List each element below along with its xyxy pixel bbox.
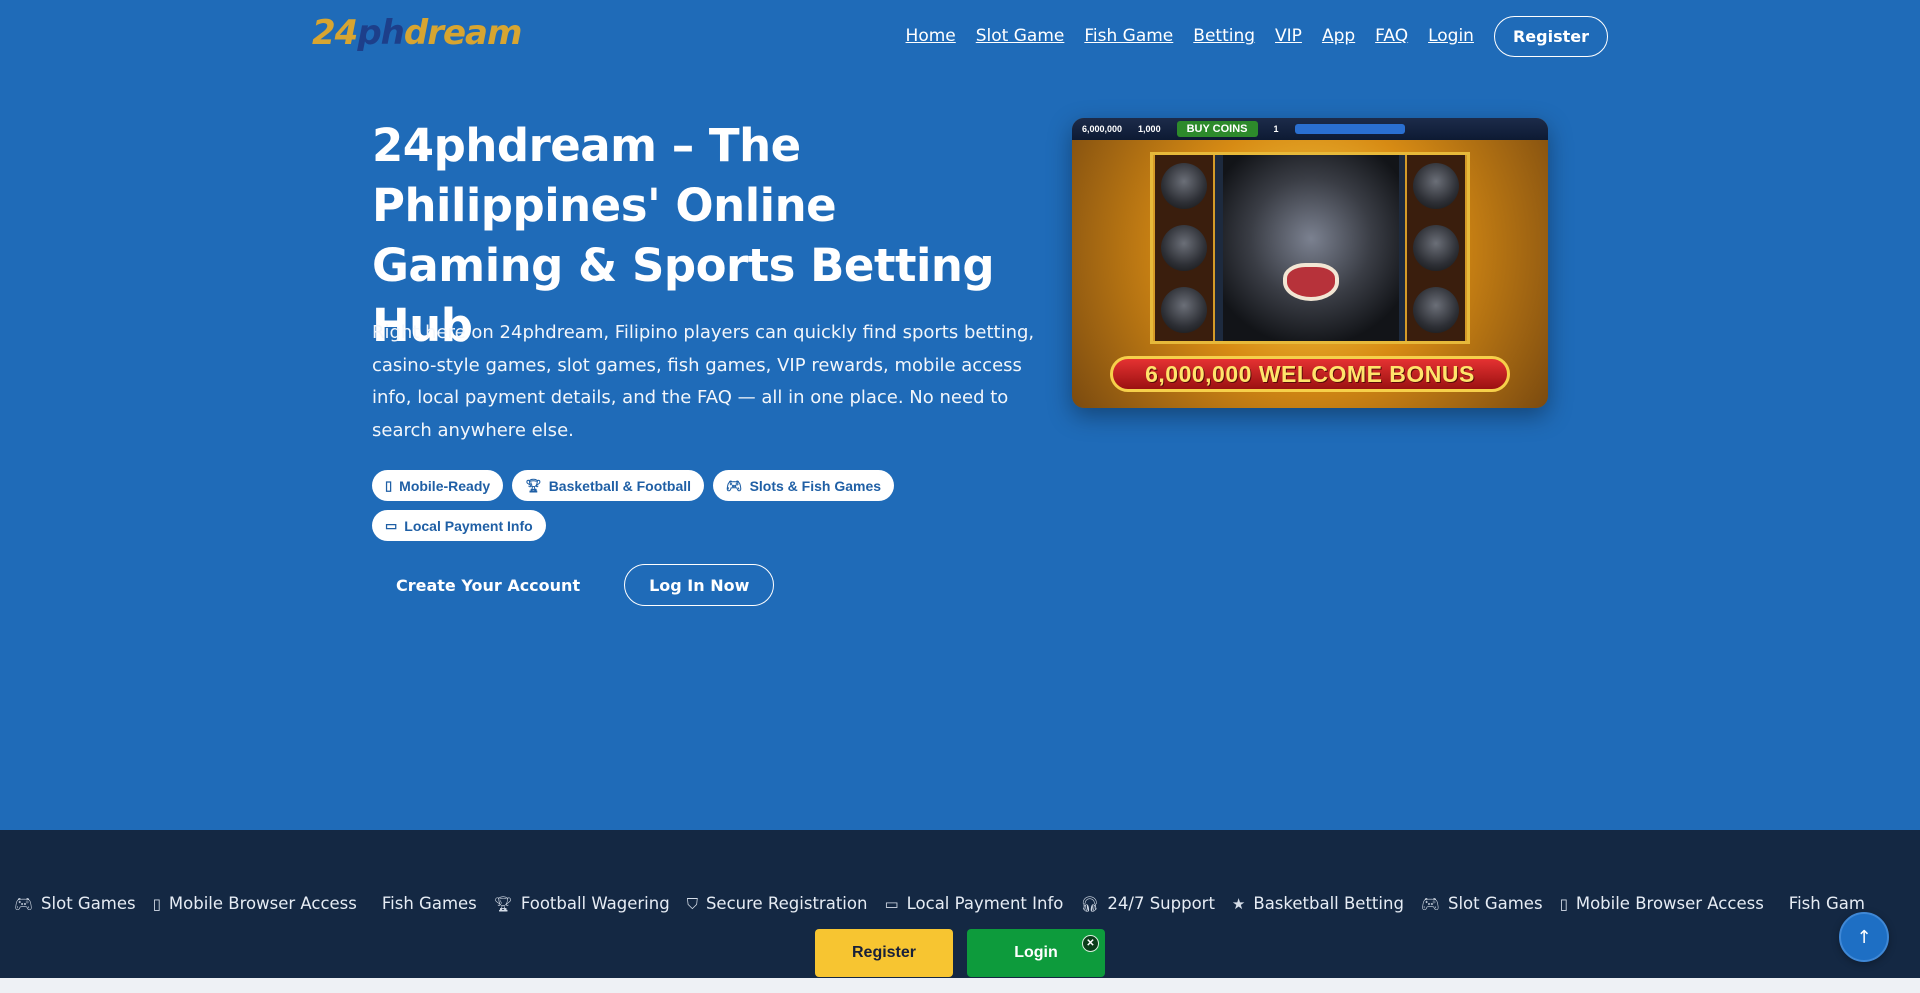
chip-label: Local Payment Info xyxy=(404,517,533,534)
gorilla-symbol xyxy=(1413,287,1459,333)
nav-login[interactable]: Login xyxy=(1428,26,1474,46)
headset-icon: 🎧︎ xyxy=(1080,894,1100,913)
ticker-item: Fish Games xyxy=(374,894,477,913)
hero-description: Right here on 24phdream, Filipino player… xyxy=(372,322,1035,441)
log-in-now-button[interactable]: Log In Now xyxy=(624,564,775,606)
scroll-to-top-button[interactable]: ↑ xyxy=(1839,912,1889,962)
ticker-label: Fish Games xyxy=(381,894,477,913)
nav-home[interactable]: Home xyxy=(906,26,956,46)
ticker-item: 🎧︎ 24/7 Support xyxy=(1080,894,1215,913)
card-icon: ▭ xyxy=(385,517,398,533)
chip-label: Slots & Fish Games xyxy=(749,477,882,494)
gems-value: 1,000 xyxy=(1138,124,1161,134)
ticker-item: 🏆︎ Football Wagering xyxy=(494,894,670,913)
gorilla-symbol xyxy=(1413,225,1459,271)
ticker-item: ★ Basketball Betting xyxy=(1232,894,1404,913)
ticker-item: 🎮︎ Slot Games xyxy=(1421,894,1543,913)
gorilla-symbol xyxy=(1161,163,1207,209)
reel-left xyxy=(1153,155,1215,341)
site-logo[interactable]: 24phdream xyxy=(312,13,523,53)
ticker-item: ▭ Local Payment Info xyxy=(884,894,1063,913)
chip-local-payment: ▭ Local Payment Info xyxy=(372,510,546,541)
card-icon: ▭ xyxy=(884,894,899,913)
gorilla-symbol xyxy=(1161,225,1207,271)
gamepad-icon: 🎮︎ xyxy=(14,894,34,913)
main-nav: Home Slot Game Fish Game Betting VIP App… xyxy=(906,15,1608,57)
sticky-login-button[interactable]: Login ✕ xyxy=(967,929,1105,977)
header-register-button[interactable]: Register xyxy=(1493,15,1608,57)
ticker-label: Fish Gam xyxy=(1788,894,1865,913)
ticker-label: Mobile Browser Access xyxy=(1575,894,1764,913)
ticker-label: Secure Registration xyxy=(705,894,868,913)
ticker-item: Fish Gam xyxy=(1781,894,1865,913)
nav-faq[interactable]: FAQ xyxy=(1375,26,1408,46)
chip-label: Basketball & Football xyxy=(548,477,692,494)
nav-fish-game[interactable]: Fish Game xyxy=(1084,26,1173,46)
create-account-button[interactable]: Create Your Account xyxy=(372,564,604,606)
ticker-label: 24/7 Support xyxy=(1107,894,1215,913)
feature-chips: ▯ Mobile-Ready 🏆︎ Basketball & Football … xyxy=(372,470,932,541)
ticker-label: Football Wagering xyxy=(520,894,670,913)
welcome-bonus-banner: 6,000,000 WELCOME BONUS xyxy=(1110,356,1510,392)
ticker-row: 🎮︎ Slot Games ▯ Mobile Browser Access Fish… xyxy=(14,894,1865,913)
buy-coins-label: BUY COINS xyxy=(1176,121,1258,137)
chip-basketball-football: 🏆︎ Basketball & Football xyxy=(512,470,705,501)
reel-right xyxy=(1405,155,1467,341)
logo-part-dream: dream xyxy=(403,13,523,53)
logo-part-ph: ph xyxy=(357,13,405,53)
game-topbar: 6,000,000 1,000 BUY COINS 1 xyxy=(1072,118,1548,140)
gorilla-symbol xyxy=(1161,287,1207,333)
gamepad-icon: 🎮︎ xyxy=(1420,894,1440,913)
star-icon: ★ xyxy=(1231,894,1246,913)
ticker-label: Mobile Browser Access xyxy=(168,894,357,913)
hero-game-image: 6,000,000 1,000 BUY COINS 1 6,000,000 WE… xyxy=(1072,118,1548,408)
mobile-icon: ▯ xyxy=(1559,894,1568,913)
sticky-login-label: Login xyxy=(1014,944,1058,961)
close-icon[interactable]: ✕ xyxy=(1082,935,1099,952)
trophy-icon: 🏆︎ xyxy=(493,894,513,913)
gorilla-wild xyxy=(1223,155,1399,341)
gamepad-icon: 🎮︎ xyxy=(726,477,743,493)
sticky-action-bar: Register Login ✕ xyxy=(815,929,1105,977)
mobile-icon: ▯ xyxy=(152,894,161,913)
trophy-icon: 🏆︎ xyxy=(525,477,542,493)
ticker-item: ⛉ Secure Registration xyxy=(687,894,868,913)
ticker-label: Slot Games xyxy=(1447,894,1543,913)
site-header: 24phdream Home Slot Game Fish Game Betti… xyxy=(0,0,1920,72)
ticker-item: ▯ Mobile Browser Access xyxy=(153,894,357,913)
nav-app[interactable]: App xyxy=(1322,26,1355,46)
ticker-item: 🎮︎ Slot Games xyxy=(14,894,136,913)
ticker-label: Slot Games xyxy=(41,894,136,913)
gorilla-symbol xyxy=(1413,163,1459,209)
hero-cta: Create Your Account Log In Now xyxy=(372,564,775,606)
slot-reels xyxy=(1150,152,1470,344)
chip-slots-fish: 🎮︎ Slots & Fish Games xyxy=(713,470,895,501)
shield-icon: ⛉ xyxy=(686,894,698,913)
level-value: 1 xyxy=(1273,124,1279,134)
gorilla-mouth xyxy=(1283,263,1339,301)
coins-value: 6,000,000 xyxy=(1082,124,1123,134)
ticker-label: Basketball Betting xyxy=(1253,894,1404,913)
chip-label: Mobile-Ready xyxy=(399,477,491,494)
logo-part-num: 24 xyxy=(312,13,358,53)
ticker-item: ▯ Mobile Browser Access xyxy=(1560,894,1764,913)
nav-vip[interactable]: VIP xyxy=(1275,26,1302,46)
level-bar xyxy=(1294,124,1405,134)
chip-mobile-ready: ▯ Mobile-Ready xyxy=(372,470,504,501)
ticker-label: Local Payment Info xyxy=(906,894,1064,913)
footer-strip xyxy=(0,978,1920,993)
sticky-register-button[interactable]: Register xyxy=(815,929,953,977)
nav-betting[interactable]: Betting xyxy=(1193,26,1255,46)
mobile-icon: ▯ xyxy=(385,477,393,493)
nav-slot-game[interactable]: Slot Game xyxy=(976,26,1065,46)
